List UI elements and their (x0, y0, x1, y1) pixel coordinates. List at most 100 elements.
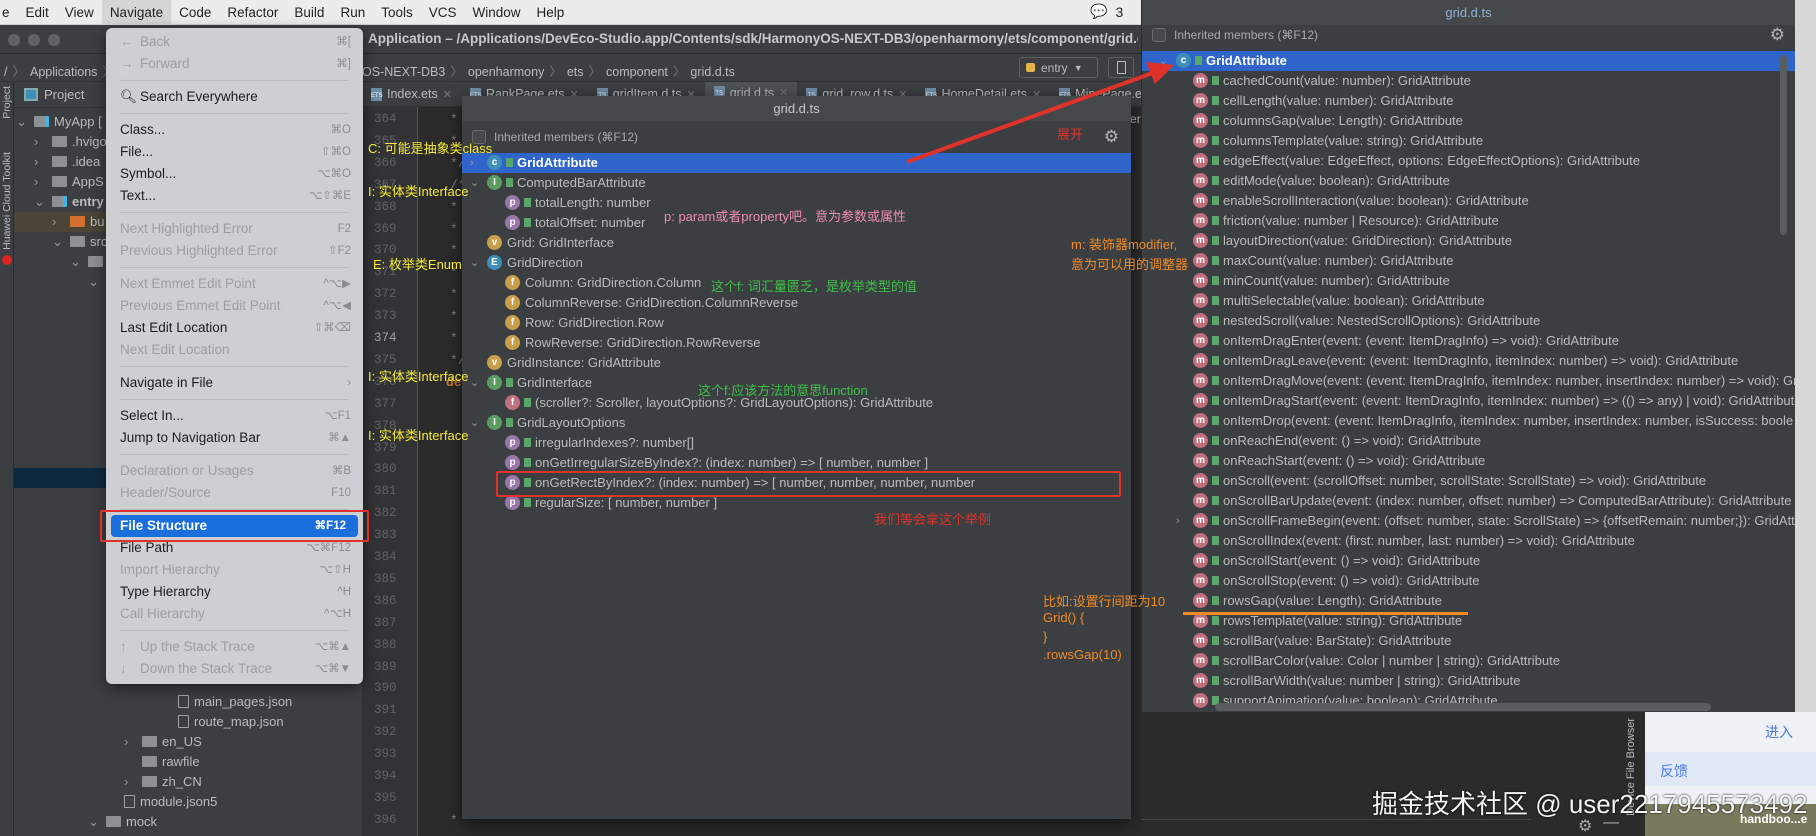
tree-item[interactable]: main_pages.json (14, 692, 362, 712)
chevron-down-icon[interactable]: ⌄ (1159, 51, 1168, 71)
close-tab-icon[interactable]: ✕ (443, 88, 452, 101)
breadcrumb-item[interactable]: OS-NEXT-DB3 (362, 65, 445, 79)
tree-item[interactable]: route_map.json (14, 712, 362, 732)
chevron-down-icon[interactable]: ⌄ (470, 373, 479, 393)
menu-item-navigate-in-file[interactable]: Navigate in File › (106, 372, 363, 394)
structure-item[interactable]: m maxCount(value: number): GridAttribute (1142, 251, 1795, 271)
structure-item[interactable]: m onScrollIndex(event: (first: number, la… (1142, 531, 1795, 551)
structure-item[interactable]: m nestedScroll(value: NestedScrollOptions… (1142, 311, 1795, 331)
structure-item[interactable]: p irregularIndexes?: number[] (462, 433, 1131, 453)
breadcrumb-item[interactable]: openharmony (468, 65, 544, 79)
structure-item[interactable]: ⌄ c GridAttribute (1142, 51, 1795, 71)
menu-item-search-everywhere[interactable]: 🔍︎ Search Everywhere (106, 86, 363, 108)
tree-item[interactable]: › zh_CN (14, 772, 362, 792)
huawei-cloud-toolkit-button[interactable]: Huawei Cloud Toolkit (1, 152, 13, 250)
gear-icon[interactable]: ⚙ (1770, 25, 1785, 45)
structure-item[interactable]: m rowsGap(value: Length): GridAttribute (1142, 591, 1795, 611)
chevron-right-icon[interactable]: › (34, 132, 38, 152)
apple-menu-fragment[interactable]: e (0, 0, 18, 25)
structure-item[interactable]: m columnsGap(value: Length): GridAttribut… (1142, 111, 1795, 131)
menu-edit[interactable]: Edit (18, 0, 57, 25)
structure-item[interactable]: › c GridAttribute (462, 153, 1131, 173)
tree-item[interactable]: › en_US (14, 732, 362, 752)
structure-item[interactable]: m columnsTemplate(value: string): GridAtt… (1142, 131, 1795, 151)
menu-item-declaration-or-usages[interactable]: Declaration or Usages ⌘B (106, 460, 363, 482)
menu-window[interactable]: Window (465, 0, 529, 25)
chevron-right-icon[interactable]: › (1176, 511, 1180, 531)
breadcrumb-item[interactable]: component (606, 65, 668, 79)
structure-item[interactable]: m edgeEffect(value: EdgeEffect, options: … (1142, 151, 1795, 171)
chevron-down-icon[interactable]: ⌄ (34, 192, 45, 212)
chevron-down-icon[interactable]: ⌄ (470, 173, 479, 193)
structure-item[interactable]: m editMode(value: boolean): GridAttribute (1142, 171, 1795, 191)
vertical-scrollbar[interactable] (1780, 55, 1787, 235)
menu-item-next-emmet-edit-point[interactable]: Next Emmet Edit Point ^⌥▶ (106, 273, 363, 295)
structure-item[interactable]: m scrollBarWidth(value: number | string):… (1142, 671, 1795, 691)
chevron-right-icon[interactable]: › (34, 152, 38, 172)
structure-item[interactable]: m onReachStart(event: () => void): GridAt… (1142, 451, 1795, 471)
menu-navigate[interactable]: Navigate (101, 0, 172, 25)
tree-item[interactable]: module.json5 (14, 792, 362, 812)
menu-item-down-the-stack-trace[interactable]: ↓ Down the Stack Trace ⌥⌘▼ (106, 658, 363, 680)
structure-item[interactable]: f ColumnReverse: GridDirection.ColumnReve… (462, 293, 1131, 313)
run-config-dropdown[interactable]: entry ▼ (1019, 57, 1098, 78)
structure-item[interactable]: f Row: GridDirection.Row (462, 313, 1131, 333)
close-window-icon[interactable] (8, 34, 20, 46)
chevron-down-icon[interactable]: ⌄ (88, 272, 99, 292)
chevron-right-icon[interactable]: › (52, 212, 56, 232)
code-fragment[interactable]: * (450, 813, 458, 828)
structure-item[interactable]: m onReachEnd(event: () => void): GridAttr… (1142, 431, 1795, 451)
project-tool-button[interactable]: Project (1, 86, 13, 119)
structure-item[interactable]: ⌄ I GridLayoutOptions (462, 413, 1131, 433)
structure-item[interactable]: m cellLength(value: number): GridAttribut… (1142, 91, 1795, 111)
minimize-window-icon[interactable] (28, 34, 40, 46)
menu-item-previous-highlighted-error[interactable]: Previous Highlighted Error ⇧F2 (106, 240, 363, 262)
gear-icon[interactable]: ⚙ (1104, 127, 1119, 147)
code-fragment[interactable]: * (450, 287, 458, 302)
structure-item[interactable]: m onItemDragStart(event: (event: ItemDrag… (1142, 391, 1802, 411)
menu-item-select-in[interactable]: Select In... ⌥F1 (106, 405, 363, 427)
menu-item-last-edit-location[interactable]: Last Edit Location ⇧⌘⌫ (106, 317, 363, 339)
chevron-down-icon[interactable]: ⌄ (470, 253, 479, 273)
menu-item-next-highlighted-error[interactable]: Next Highlighted Error F2 (106, 218, 363, 240)
menu-item-up-the-stack-trace[interactable]: ↑ Up the Stack Trace ⌥⌘▲ (106, 636, 363, 658)
code-fragment[interactable]: * (450, 309, 458, 324)
breadcrumb-item[interactable]: ets (567, 65, 584, 79)
structure-item[interactable]: m scrollBar(value: BarState): GridAttribu… (1142, 631, 1795, 651)
horizontal-scrollbar[interactable] (1215, 703, 1711, 711)
chevron-down-icon[interactable]: ⌄ (470, 413, 479, 433)
feedback-link[interactable]: 反馈 (1660, 761, 1688, 781)
tree-item[interactable]: ⌄ mock (14, 812, 362, 832)
wechat-status[interactable]: 💬 3 (1090, 3, 1123, 20)
menu-item-call-hierarchy[interactable]: Call Hierarchy ^⌥H (106, 603, 363, 625)
breadcrumb-item[interactable]: / (4, 65, 7, 79)
code-fragment[interactable]: * (450, 331, 458, 346)
structure-item[interactable]: m layoutDirection(value: GridDirection): … (1142, 231, 1795, 251)
menu-item-class[interactable]: Class... ⌘O (106, 119, 363, 141)
chevron-right-icon[interactable]: › (124, 732, 128, 752)
structure-item[interactable]: m onItemDragMove(event: (event: ItemDragI… (1142, 371, 1797, 391)
structure-item[interactable]: m onScrollBarUpdate(event: (index: number… (1142, 491, 1795, 511)
structure-item[interactable]: m minCount(value: number): GridAttribute (1142, 271, 1795, 291)
structure-item[interactable]: m onItemDragEnter(event: (event: ItemDrag… (1142, 331, 1795, 351)
code-fragment[interactable]: * (450, 222, 458, 237)
tree-item[interactable]: rawfile (14, 752, 362, 772)
menu-view[interactable]: View (57, 0, 102, 25)
structure-item[interactable]: m multiSelectable(value: boolean): GridAt… (1142, 291, 1795, 311)
menu-help[interactable]: Help (529, 0, 573, 25)
zoom-window-icon[interactable] (48, 34, 60, 46)
inherited-members-checkbox[interactable] (1152, 28, 1166, 42)
inherited-members-toggle[interactable]: Inherited members (⌘F12) (1152, 28, 1318, 42)
structure-item[interactable]: p onGetIrregularSizeByIndex?: (index: num… (462, 453, 1131, 473)
menu-run[interactable]: Run (332, 0, 373, 25)
menu-item-text[interactable]: Text... ⌥⇧⌘E (106, 185, 363, 207)
menu-item-type-hierarchy[interactable]: Type Hierarchy ^H (106, 581, 363, 603)
device-button[interactable] (1108, 57, 1134, 78)
menu-code[interactable]: Code (171, 0, 219, 25)
structure-item[interactable]: m onScrollStart(event: () => void): GridA… (1142, 551, 1795, 571)
chevron-down-icon[interactable]: ⌄ (70, 252, 81, 272)
inherited-members-toggle[interactable]: Inherited members (⌘F12) (472, 130, 638, 144)
menu-item-symbol[interactable]: Symbol... ⌥⌘O (106, 163, 363, 185)
structure-item[interactable]: › m onScrollFrameBegin(event: (offset: num… (1142, 511, 1795, 531)
menu-item-next-edit-location[interactable]: Next Edit Location (106, 339, 363, 361)
